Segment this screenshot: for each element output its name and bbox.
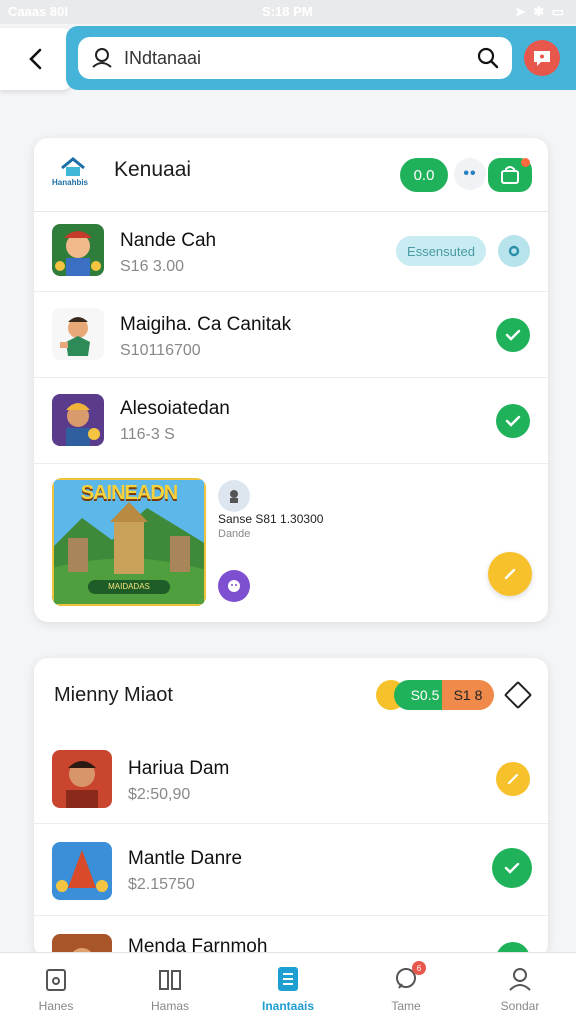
item-action-button[interactable] — [496, 762, 530, 796]
search-bar — [66, 26, 576, 90]
messages-icon: 6 — [392, 961, 426, 993]
featured-game-image[interactable]: SAINEADN MAIDADAS — [52, 478, 206, 606]
game-thumbnail — [52, 842, 112, 900]
item-status-button[interactable] — [496, 318, 530, 352]
nav-label: Inantaais — [261, 999, 315, 1013]
featured-image-title: SAINEADN — [80, 482, 178, 504]
featured-meta: Sanse S81 1.30300 — [218, 512, 324, 526]
user-search-icon — [92, 48, 112, 68]
item-price: $2:50,90 — [128, 786, 191, 803]
more-button[interactable]: •• — [454, 158, 486, 190]
item-title: Mantle Danre — [128, 848, 243, 869]
game-thumbnail — [52, 308, 104, 360]
nav-item-messages[interactable]: 6 Tame — [356, 953, 456, 1024]
section-card-1: Hanahbis Kenuaai 0.0 •• Nande Cah S16 3.… — [34, 138, 548, 622]
search-icon[interactable] — [476, 46, 500, 70]
home-icon — [42, 965, 70, 993]
brand-text: Hanahbis — [52, 178, 89, 187]
edit-icon — [507, 773, 519, 785]
item-action-button[interactable] — [498, 235, 530, 267]
home-logo-icon — [61, 157, 85, 176]
notification-badge: 6 — [412, 961, 426, 975]
item-title: Maigiha. Ca Canitak — [120, 314, 292, 335]
publisher-avatar — [218, 480, 250, 512]
status-badge[interactable]: Essensuted — [396, 236, 486, 266]
diamond-icon[interactable] — [503, 680, 533, 710]
check-icon — [504, 862, 520, 874]
face-icon — [228, 580, 240, 592]
carrier-label: Caaas 80I — [8, 4, 68, 19]
nav-item-library[interactable]: Hamas — [120, 953, 220, 1024]
stat-pill-orange: S1 8 — [442, 680, 494, 710]
edit-icon — [504, 568, 516, 580]
nav-label: Hamas — [150, 999, 189, 1013]
developer-avatar[interactable] — [218, 570, 250, 602]
list-item[interactable]: Hariua Dam $2:50,90 — [34, 734, 548, 824]
profile-icon — [506, 965, 534, 993]
brand-logo: Hanahbis — [50, 156, 102, 190]
check-icon — [505, 415, 521, 427]
item-price: $2.15750 — [128, 876, 195, 893]
status-bar: Caaas 80I S:18 PM ➤ ✱ ▭ — [0, 0, 576, 24]
list-item[interactable]: Maigiha. Ca Canitak S10116700 — [34, 292, 548, 378]
item-status-button[interactable] — [496, 404, 530, 438]
stats-pill-group[interactable]: S0.5 S1 8 — [376, 680, 494, 710]
check-icon — [505, 329, 521, 341]
item-status-button[interactable] — [492, 848, 532, 888]
cart-button[interactable] — [488, 158, 532, 192]
item-price: S10116700 — [120, 342, 201, 359]
item-title: Alesoiatedan — [120, 398, 230, 419]
library-icon — [156, 965, 184, 993]
list-item[interactable]: Nande Cah S16 3.00 Essensuted — [34, 212, 548, 292]
item-title: Nande Cah — [120, 230, 217, 251]
featured-image-subtitle: MAIDADAS — [88, 580, 170, 594]
filter-pill[interactable]: 0.0 — [400, 158, 448, 192]
chat-bubble-icon — [534, 51, 550, 66]
nav-label: Tame — [391, 999, 421, 1013]
bag-icon — [501, 166, 519, 184]
item-price: S16 3.00 — [120, 258, 185, 275]
item-price: 116-3 S — [120, 426, 175, 443]
list-item[interactable]: Alesoiatedan 116-3 S — [34, 378, 548, 464]
bottom-navigation: Hanes Hamas Inantaais 6 Tame Sondar — [0, 952, 576, 1024]
status-icons: ➤ ✱ ▭ — [514, 4, 566, 19]
nav-item-home[interactable]: Hanes — [6, 953, 106, 1024]
search-box — [78, 37, 512, 79]
nav-item-list[interactable]: Inantaais — [238, 953, 338, 1024]
game-thumbnail — [52, 394, 104, 446]
settings-icon — [508, 245, 520, 257]
edit-button[interactable] — [488, 552, 532, 596]
back-button[interactable] — [0, 28, 72, 90]
top-bar — [0, 24, 576, 94]
section-title: Kenuaai — [114, 158, 192, 181]
list-item[interactable]: Mantle Danre $2.15750 — [34, 824, 548, 916]
item-title: Hariua Dam — [128, 758, 230, 779]
section-header: Hanahbis Kenuaai 0.0 •• — [34, 138, 548, 212]
dots-icon: •• — [463, 165, 477, 182]
nav-item-profile[interactable]: Sondar — [470, 953, 570, 1024]
nav-label: Hanes — [38, 999, 74, 1013]
section-card-2: Mienny Miaot S0.5 S1 8 Hariua Dam $2:50,… — [34, 658, 548, 958]
character-icon — [230, 490, 238, 503]
section-title: Mienny Miaot — [54, 684, 173, 706]
featured-meta-sub: Dande — [218, 528, 251, 540]
game-thumbnail — [52, 750, 112, 808]
chat-button[interactable] — [524, 40, 560, 76]
list-icon — [274, 965, 302, 993]
game-thumbnail — [52, 224, 104, 276]
search-input[interactable] — [124, 47, 476, 69]
nav-label: Sondar — [500, 999, 540, 1013]
chevron-left-icon — [29, 48, 42, 70]
cart-notification-dot — [521, 158, 530, 167]
clock: S:18 PM — [262, 4, 313, 19]
